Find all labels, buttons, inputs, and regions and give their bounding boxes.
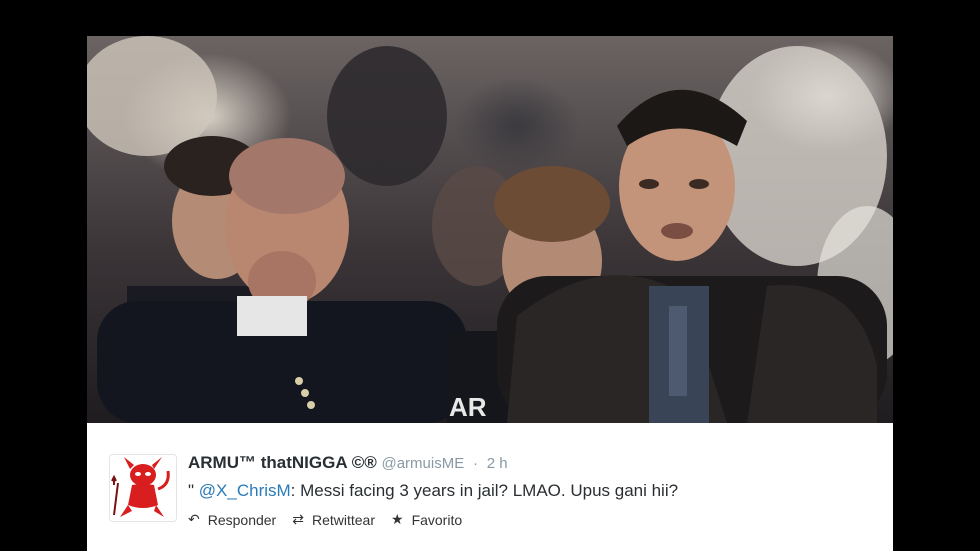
retweet-icon: ⇄	[292, 511, 304, 527]
reply-label: Responder	[207, 511, 277, 528]
favorite-label: Favorito	[411, 511, 463, 528]
mention-link[interactable]: @X_ChrisM	[199, 481, 291, 500]
tweet-actions: ↶ Responder ⇄ Retwittear ★ Favorito	[188, 511, 462, 528]
timestamp[interactable]: 2 h	[487, 455, 508, 472]
user-handle[interactable]: @armuisME	[381, 455, 464, 472]
photo-illustration: AR	[87, 36, 893, 423]
display-name[interactable]: ARMU™ thatNIGGA ©®	[188, 453, 377, 472]
jersey-text: AR	[449, 392, 487, 422]
quote-mark: "	[188, 481, 195, 500]
star-icon: ★	[391, 511, 404, 527]
tweet-text: " @X_ChrisM: Messi facing 3 years in jai…	[188, 481, 678, 501]
retweet-button[interactable]: ⇄ Retwittear	[292, 511, 375, 528]
reply-button[interactable]: ↶ Responder	[188, 511, 276, 528]
tweet-body-text: : Messi facing 3 years in jail? LMAO. Up…	[290, 481, 679, 500]
devil-avatar-icon	[110, 455, 176, 521]
retweet-label: Retwittear	[311, 511, 375, 528]
tweet-card: ARMU™ thatNIGGA ©® @armuisME · 2 h " @X_…	[87, 423, 893, 551]
avatar[interactable]	[109, 454, 177, 522]
favorite-button[interactable]: ★ Favorito	[391, 511, 462, 528]
separator-dot: ·	[472, 455, 478, 472]
reply-icon: ↶	[188, 511, 200, 527]
tweet-photo[interactable]: AR	[87, 36, 893, 423]
tweet-header: ARMU™ thatNIGGA ©® @armuisME · 2 h	[188, 453, 508, 473]
